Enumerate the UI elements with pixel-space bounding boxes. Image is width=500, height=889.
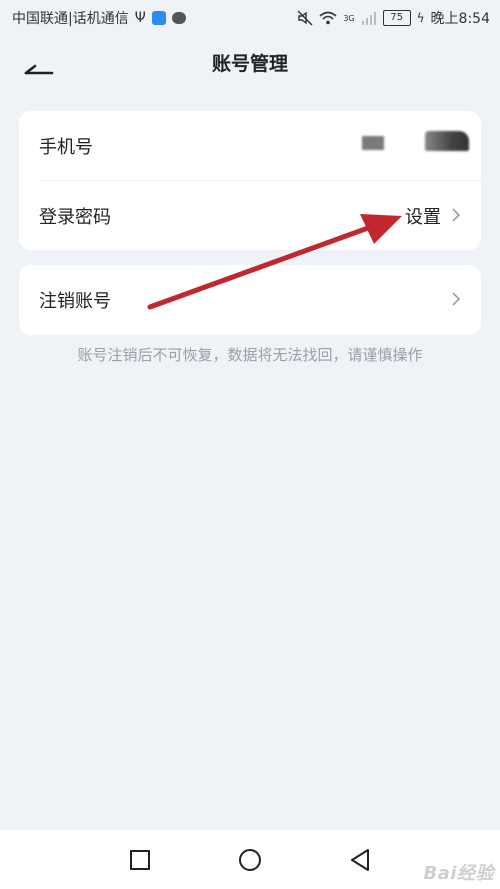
home-icon[interactable] (237, 847, 263, 873)
masked-phone-number (362, 136, 384, 150)
recent-apps-icon[interactable] (127, 847, 153, 873)
message-notification-icon (171, 12, 186, 24)
watermark: Bai经验 (423, 863, 494, 884)
carrier-text: 中国联通|话机通信 (12, 11, 129, 27)
wifi-icon (319, 11, 337, 25)
charging-icon: ϟ (416, 11, 425, 25)
header: 账号管理 (0, 34, 500, 90)
clock: 晚上8:54 (430, 11, 490, 27)
account-card: 手机号 登录密码 设置 (19, 111, 481, 250)
app-notification-icon (151, 11, 166, 25)
chevron-right-icon (452, 208, 461, 222)
status-left: 中国联通|话机通信 Ψ (12, 8, 186, 28)
network-type: 3G (343, 13, 355, 23)
login-password-label: 登录密码 (39, 207, 111, 228)
masked-phone-number-tail (425, 131, 469, 151)
cancel-account-card: 注销账号 (19, 265, 481, 335)
navigation-bar: Bai经验 (0, 830, 500, 889)
mute-icon (297, 10, 313, 26)
usb-icon: Ψ (134, 10, 146, 26)
page-title: 账号管理 (211, 53, 288, 75)
back-icon[interactable] (348, 847, 374, 873)
status-right: 3G 75 ϟ 晚上8:54 (297, 8, 490, 28)
chevron-right-icon (452, 292, 461, 306)
cancel-warning-text: 账号注销后不可恢复，数据将无法找回，请谨慎操作 (77, 346, 423, 364)
password-setting-value: 设置 (405, 207, 441, 228)
cancel-account-row[interactable]: 注销账号 (19, 265, 481, 334)
cancel-account-label: 注销账号 (39, 291, 111, 312)
phone-label: 手机号 (39, 137, 93, 158)
phone-row[interactable]: 手机号 (19, 111, 481, 180)
login-password-row[interactable]: 登录密码 设置 (19, 181, 481, 250)
status-bar: 中国联通|话机通信 Ψ 3G 75 ϟ 晚上8:54 (0, 0, 500, 34)
signal-icon (361, 12, 376, 25)
battery-icon: 75 (382, 10, 411, 26)
